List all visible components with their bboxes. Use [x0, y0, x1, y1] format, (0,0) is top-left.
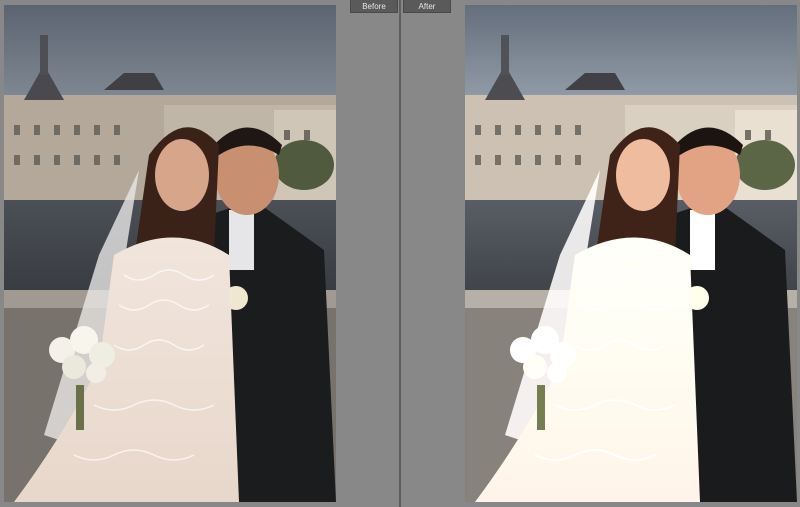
wedding-photo-before-icon [4, 5, 336, 502]
before-pane[interactable]: Before [0, 0, 399, 507]
after-label-tab: After [403, 0, 451, 13]
after-pane[interactable]: After [401, 0, 800, 507]
wedding-photo-after-icon [465, 5, 797, 502]
after-photo[interactable] [465, 5, 797, 502]
before-photo[interactable] [4, 5, 336, 502]
before-label-tab: Before [350, 0, 398, 13]
before-after-compare-view: Before After [0, 0, 800, 507]
